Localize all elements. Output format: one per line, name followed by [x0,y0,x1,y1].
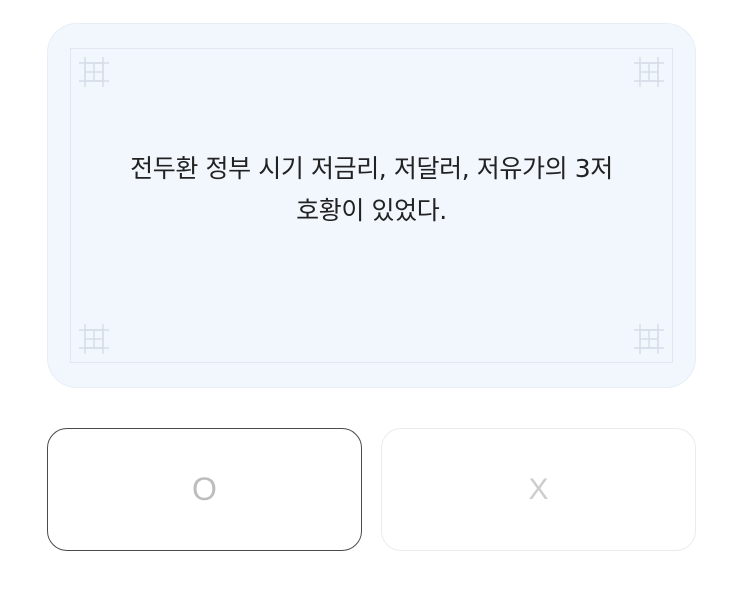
lattice-knot-icon [632,322,666,356]
lattice-knot-icon [77,55,111,89]
answer-true-button[interactable]: O [47,428,362,551]
card-frame-bottom [70,362,673,363]
card-frame-left [70,48,71,363]
card-frame-top [70,48,673,49]
quiz-page: 전두환 정부 시기 저금리, 저달러, 저유가의 3저 호황이 있었다. O X [0,0,743,589]
question-line-2: 호황이 있었다. [296,196,447,225]
answer-true-label: O [192,471,217,507]
question-card: 전두환 정부 시기 저금리, 저달러, 저유가의 3저 호황이 있었다. [47,23,696,388]
question-text: 전두환 정부 시기 저금리, 저달러, 저유가의 3저 호황이 있었다. [88,148,655,232]
lattice-knot-icon [77,322,111,356]
answer-false-button[interactable]: X [381,428,696,551]
answer-false-label: X [528,472,549,506]
card-frame-right [672,48,673,363]
lattice-knot-icon [632,55,666,89]
question-line-1: 전두환 정부 시기 저금리, 저달러, 저유가의 3저 [130,154,613,183]
